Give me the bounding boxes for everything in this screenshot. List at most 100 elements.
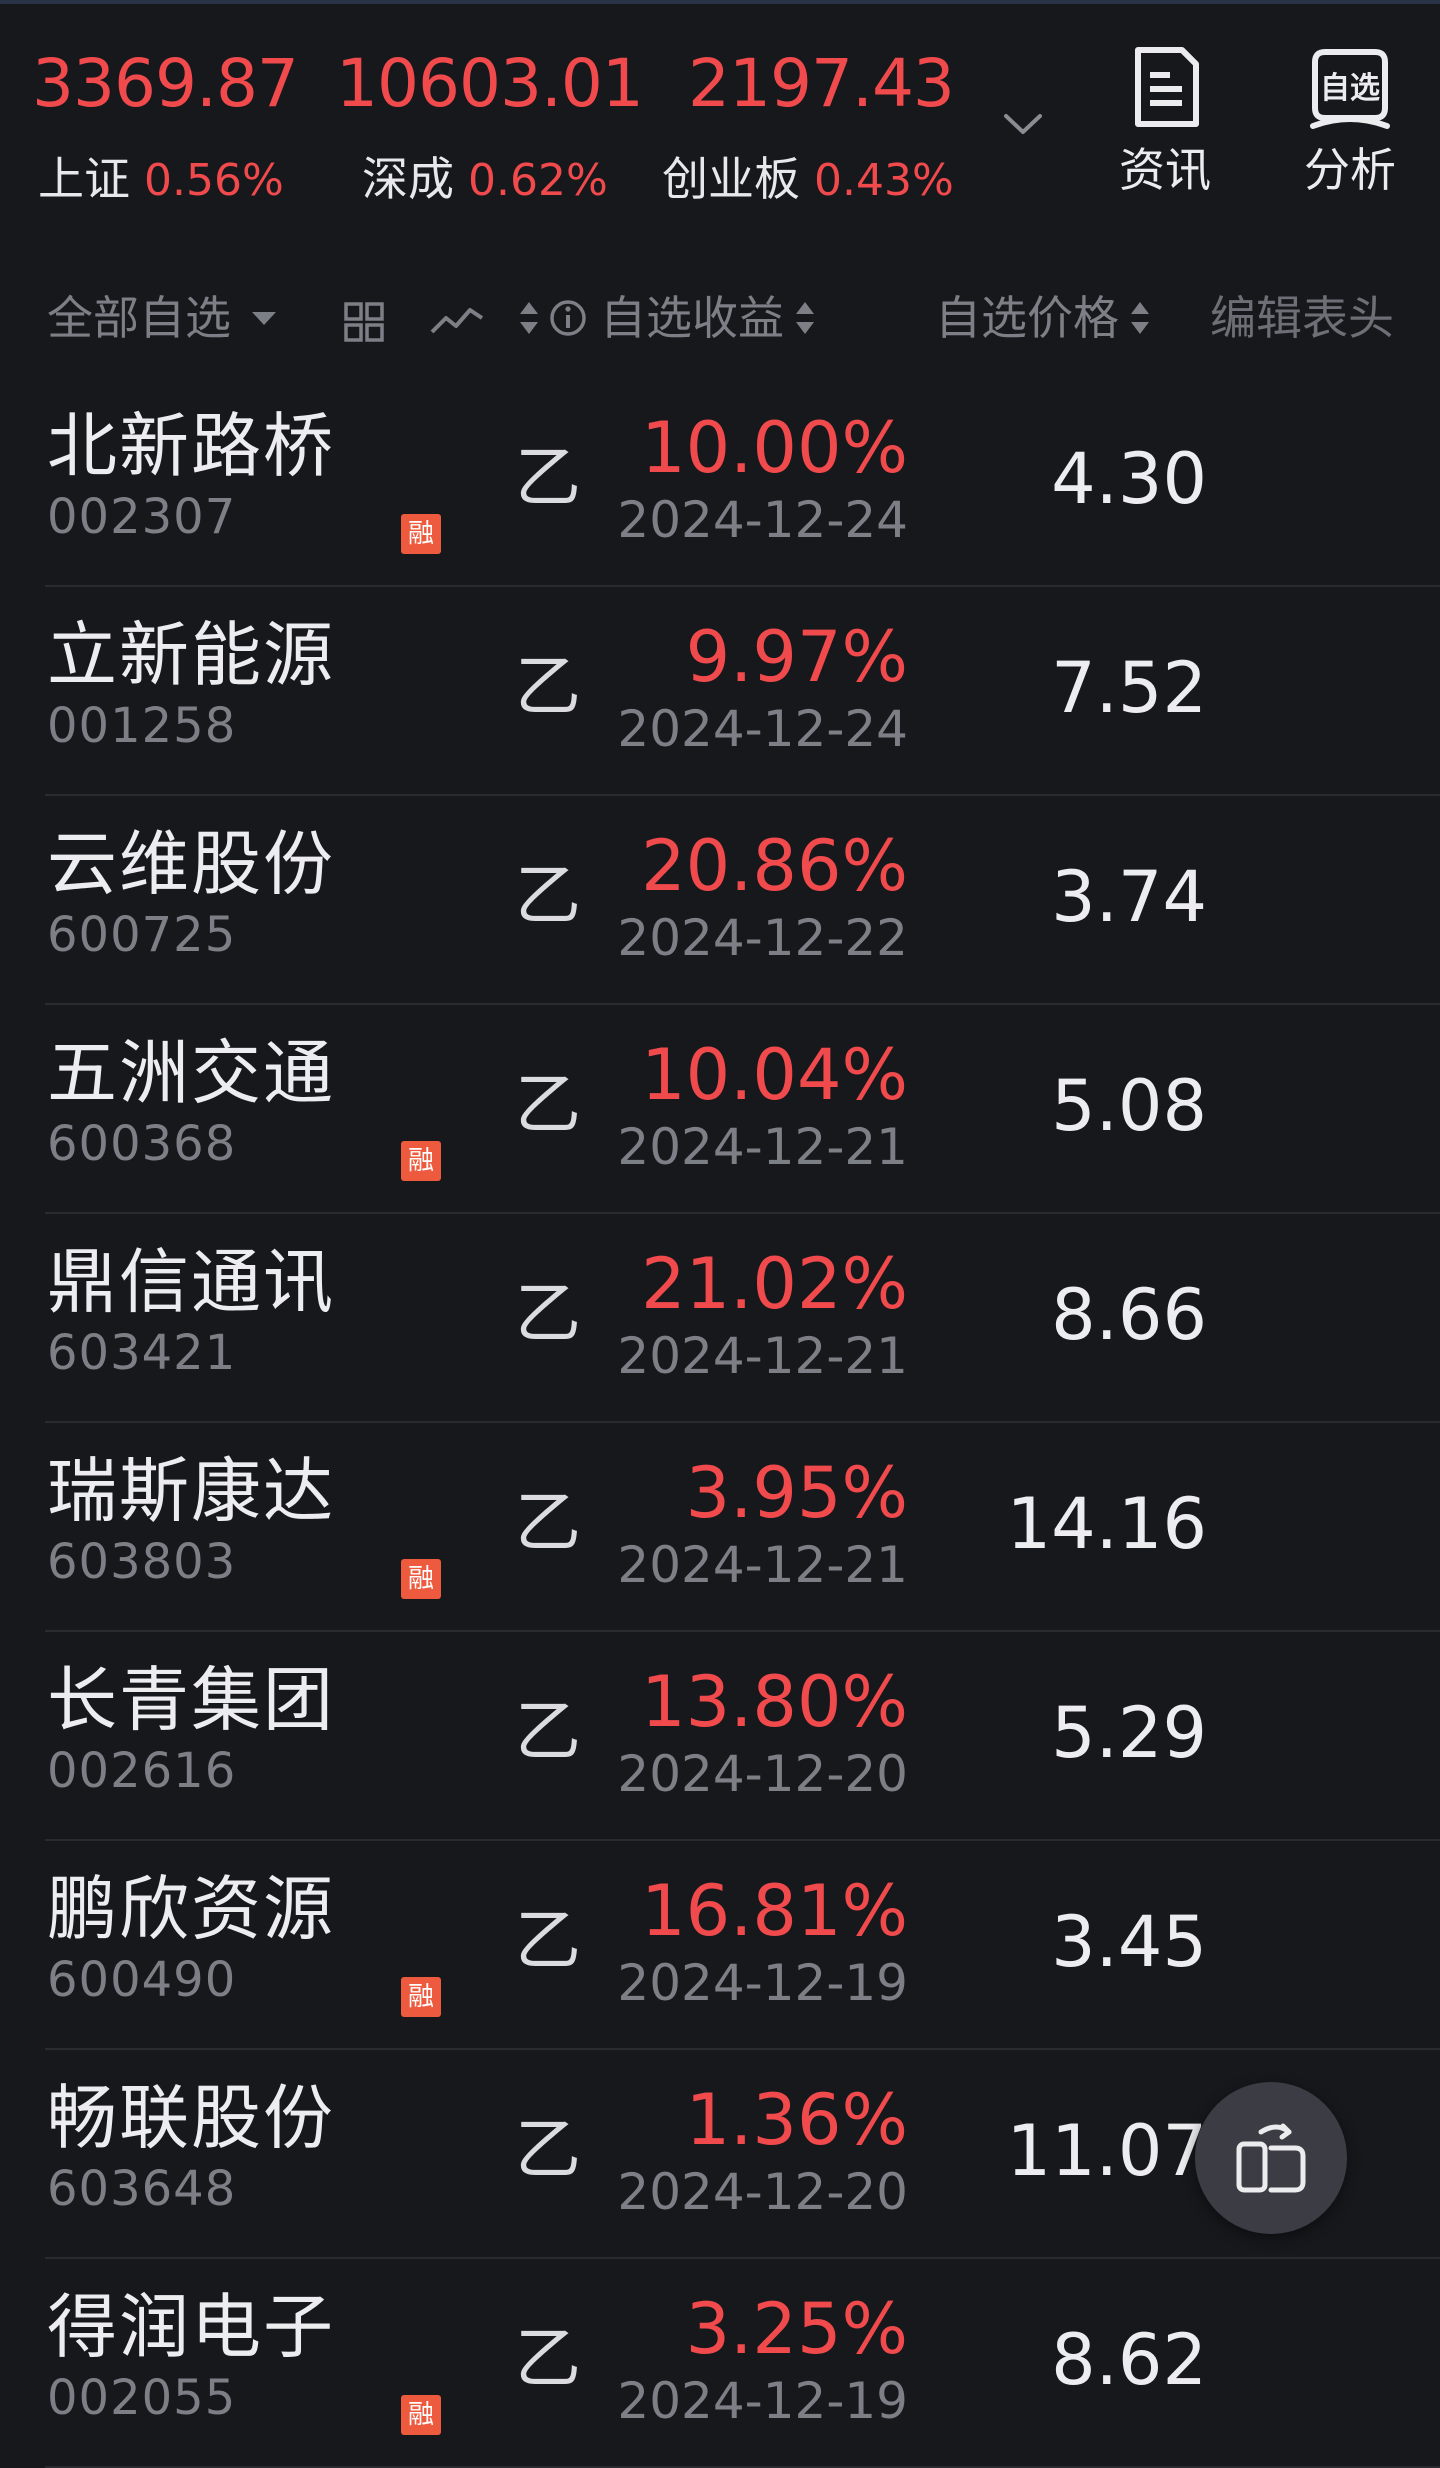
stock-name: 北新路桥 bbox=[47, 405, 335, 487]
watch-price: 4.30 bbox=[1051, 438, 1207, 520]
margin-badge: 融 bbox=[401, 1977, 441, 2017]
watch-price: 11.07 bbox=[1006, 2110, 1207, 2192]
index-name: 上证 bbox=[38, 152, 130, 206]
stock-name: 畅联股份 bbox=[47, 2077, 335, 2159]
index-name: 创业板 bbox=[662, 152, 800, 206]
stock-code: 002616 bbox=[47, 1743, 237, 1799]
stock-name: 云维股份 bbox=[47, 823, 335, 905]
chevron-down-icon[interactable] bbox=[1002, 104, 1044, 146]
return-column-label: 自选收益 bbox=[600, 291, 784, 345]
watch-return: 20.86% bbox=[641, 825, 908, 907]
watch-price: 8.66 bbox=[1051, 1274, 1207, 1356]
table-row[interactable]: 瑞斯康达 603803 融 乙 3.95% 2024-12-21 14.16 bbox=[45, 1423, 1440, 1632]
stock-mark: 乙 bbox=[515, 2111, 581, 2188]
edit-header-label: 编辑表头 bbox=[1210, 291, 1394, 345]
watch-price: 8.62 bbox=[1051, 2319, 1207, 2401]
analysis-button[interactable]: 自选 分析 bbox=[1280, 42, 1420, 212]
watch-price: 7.52 bbox=[1051, 647, 1207, 729]
margin-badge: 融 bbox=[401, 2395, 441, 2435]
table-row[interactable]: 得润电子 002055 融 乙 3.25% 2024-12-19 8.62 bbox=[45, 2259, 1440, 2468]
table-row[interactable]: 长青集团 002616 乙 13.80% 2024-12-20 5.29 bbox=[45, 1632, 1440, 1841]
watch-date: 2024-12-24 bbox=[617, 700, 908, 758]
stock-code: 600368 bbox=[47, 1116, 237, 1172]
stock-name: 鹏欣资源 bbox=[47, 1868, 335, 1950]
stock-name: 鼎信通讯 bbox=[47, 1241, 335, 1323]
stock-code: 001258 bbox=[47, 698, 237, 754]
watch-date: 2024-12-19 bbox=[617, 1954, 908, 2012]
watch-return: 16.81% bbox=[641, 1870, 908, 1952]
stock-name: 立新能源 bbox=[47, 614, 335, 696]
index-value: 3369.87 bbox=[32, 45, 299, 122]
watch-date: 2024-12-24 bbox=[617, 491, 908, 549]
stock-mark: 乙 bbox=[515, 857, 581, 934]
stock-code: 603648 bbox=[47, 2161, 237, 2217]
edit-header-button[interactable]: 编辑表头 bbox=[1210, 288, 1394, 348]
stock-name: 长青集团 bbox=[47, 1659, 335, 1741]
margin-badge: 融 bbox=[401, 514, 441, 554]
trend-view-icon[interactable] bbox=[430, 298, 484, 342]
stock-name: 瑞斯康达 bbox=[47, 1450, 335, 1532]
index-label: 创业板 0.43% bbox=[662, 149, 954, 211]
switch-window-icon bbox=[1236, 2123, 1306, 2193]
stock-mark: 乙 bbox=[515, 648, 581, 725]
news-icon bbox=[1135, 47, 1199, 127]
table-row[interactable]: 立新能源 001258 乙 9.97% 2024-12-24 7.52 bbox=[45, 587, 1440, 796]
stock-code: 002055 bbox=[47, 2370, 237, 2426]
watch-return: 10.04% bbox=[641, 1034, 908, 1116]
stock-code: 603803 bbox=[47, 1534, 237, 1590]
stock-name: 得润电子 bbox=[47, 2286, 335, 2368]
floating-switch-button[interactable] bbox=[1195, 2082, 1347, 2234]
table-row[interactable]: 云维股份 600725 乙 20.86% 2024-12-22 3.74 bbox=[45, 796, 1440, 1005]
watch-date: 2024-12-22 bbox=[617, 909, 908, 967]
index-value: 2197.43 bbox=[688, 45, 955, 122]
group-label: 全部自选 bbox=[47, 291, 231, 345]
stock-mark: 乙 bbox=[515, 1275, 581, 1352]
index-change: 0.62% bbox=[468, 155, 608, 206]
watch-date: 2024-12-20 bbox=[617, 1745, 908, 1803]
sort-icon bbox=[518, 298, 538, 338]
analysis-icon-text: 自选 bbox=[1320, 71, 1380, 106]
table-row[interactable]: 鹏欣资源 600490 融 乙 16.81% 2024-12-19 3.45 bbox=[45, 1841, 1440, 2050]
stock-mark: 乙 bbox=[515, 439, 581, 516]
index-value: 10603.01 bbox=[336, 45, 644, 122]
watch-date: 2024-12-21 bbox=[617, 1327, 908, 1385]
watch-return: 10.00% bbox=[641, 407, 908, 489]
return-column-header[interactable]: 自选收益 bbox=[518, 288, 814, 348]
watch-price: 3.74 bbox=[1051, 856, 1207, 938]
news-button[interactable]: 资讯 bbox=[1095, 42, 1235, 212]
watch-return: 1.36% bbox=[685, 2079, 908, 2161]
watch-price: 14.16 bbox=[1006, 1483, 1207, 1565]
group-selector[interactable]: 全部自选 bbox=[47, 288, 279, 348]
caret-down-icon bbox=[252, 312, 276, 325]
stock-code: 002307 bbox=[47, 489, 237, 545]
sort-icon bbox=[794, 298, 814, 338]
stock-mark: 乙 bbox=[515, 2320, 581, 2397]
watch-return: 13.80% bbox=[641, 1661, 908, 1743]
watch-date: 2024-12-19 bbox=[617, 2372, 908, 2430]
stock-code: 603421 bbox=[47, 1325, 237, 1381]
table-row[interactable]: 五洲交通 600368 融 乙 10.04% 2024-12-21 5.08 bbox=[45, 1005, 1440, 1214]
price-column-header[interactable]: 自选价格 bbox=[935, 288, 1149, 348]
index-change: 0.43% bbox=[814, 155, 954, 206]
column-header: 全部自选 自选收益 自选价格 编辑表头 bbox=[0, 270, 1440, 366]
market-header: 3369.87 上证 0.56% 10603.01 深成 0.62% 2197.43… bbox=[0, 4, 1440, 234]
watch-date: 2024-12-21 bbox=[617, 1118, 908, 1176]
margin-badge: 融 bbox=[401, 1559, 441, 1599]
index-change: 0.56% bbox=[144, 155, 284, 206]
watch-date: 2024-12-21 bbox=[617, 1536, 908, 1594]
table-row[interactable]: 鼎信通讯 603421 乙 21.02% 2024-12-21 8.66 bbox=[45, 1214, 1440, 1423]
watch-price: 3.45 bbox=[1051, 1901, 1207, 1983]
margin-badge: 融 bbox=[401, 1141, 441, 1181]
watch-price: 5.29 bbox=[1051, 1692, 1207, 1774]
watch-return: 3.25% bbox=[685, 2288, 908, 2370]
index-label: 上证 0.56% bbox=[38, 149, 284, 211]
grid-view-icon[interactable] bbox=[342, 300, 386, 344]
watch-return: 21.02% bbox=[641, 1243, 908, 1325]
price-column-label: 自选价格 bbox=[935, 291, 1119, 345]
info-icon[interactable] bbox=[548, 298, 588, 338]
stock-name: 五洲交通 bbox=[47, 1032, 335, 1114]
watchlist-analysis-icon: 自选 bbox=[1310, 49, 1390, 129]
watch-price: 5.08 bbox=[1051, 1065, 1207, 1147]
table-row[interactable]: 北新路桥 002307 融 乙 10.00% 2024-12-24 4.30 bbox=[45, 378, 1440, 587]
stock-mark: 乙 bbox=[515, 1066, 581, 1143]
